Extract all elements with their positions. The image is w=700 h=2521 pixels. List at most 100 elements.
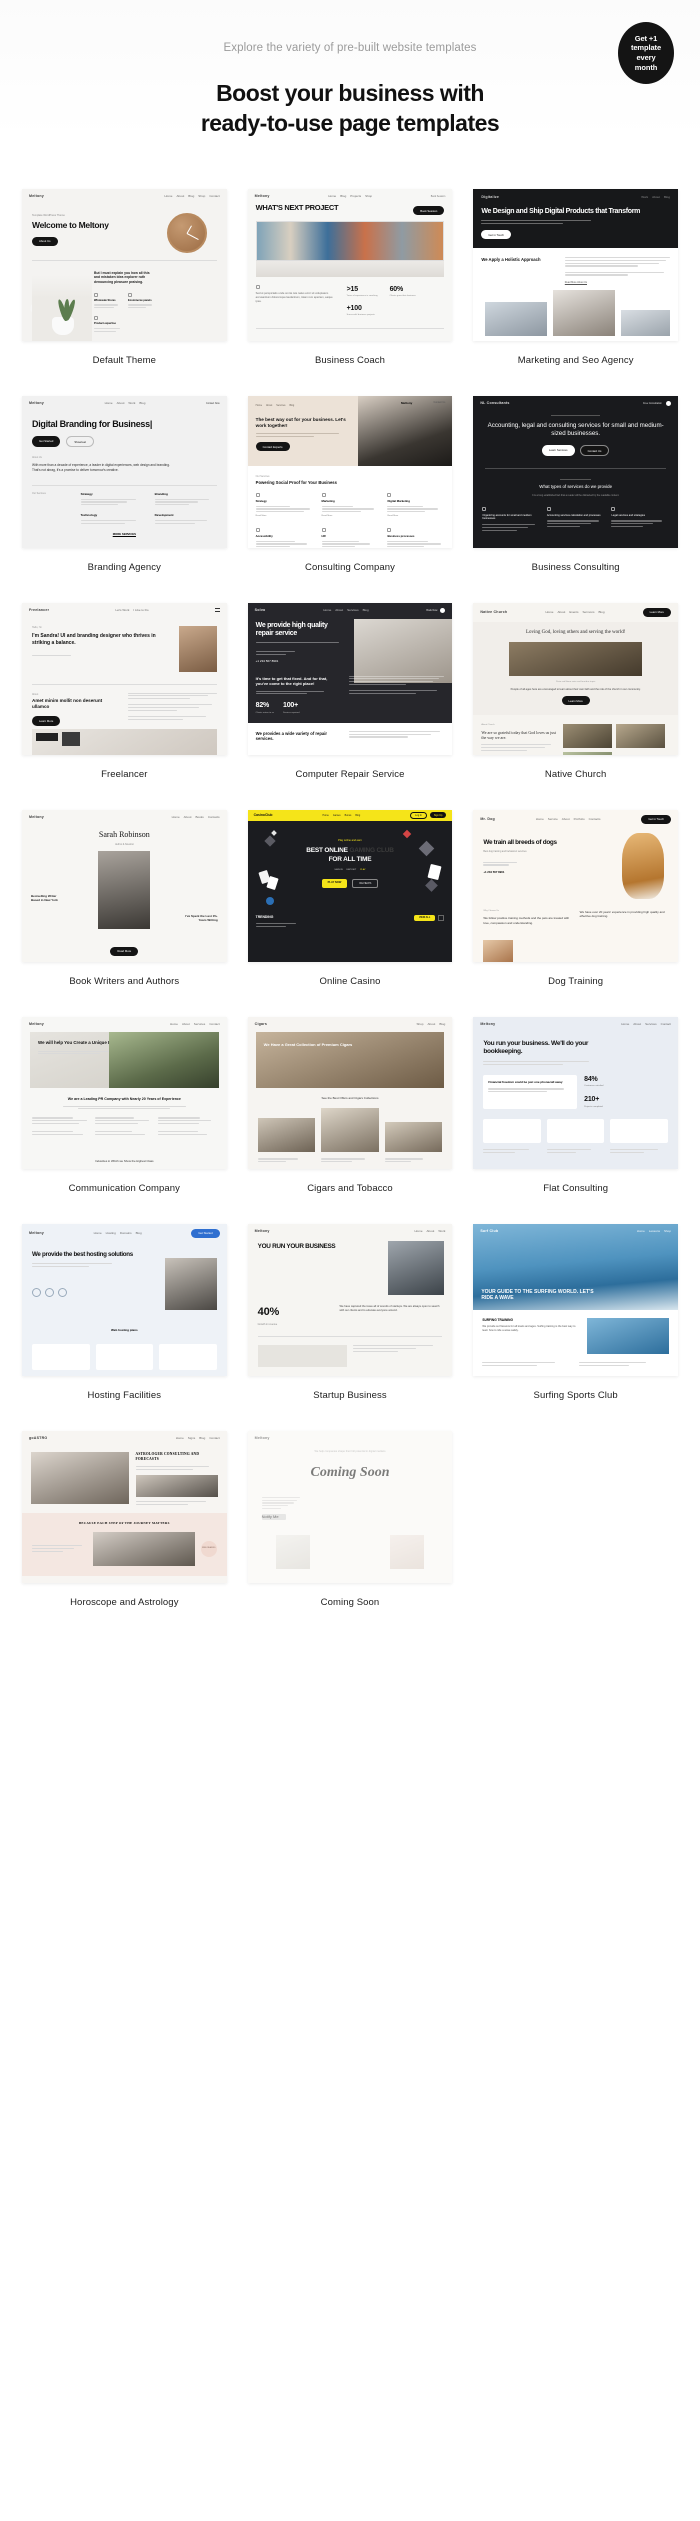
preview-button[interactable]: PLAY NOW [321,878,348,889]
template-label: Flat Consulting [543,1182,609,1194]
preview-link[interactable]: VIEW ALL [413,914,436,922]
preview-phone[interactable]: +1 234 567 8901 [256,659,346,663]
template-card[interactable]: Meltony Home About Blog Shop Contact Tem… [22,188,227,366]
template-label: Branding Agency [87,561,161,573]
stat-caption: Years of experience in coaching [346,295,378,298]
template-preview[interactable]: NL Consultants Free Consultation Account… [473,395,678,548]
template-preview[interactable]: Meltony Home About Work YOU RUN YOUR BUSIN… [247,1223,453,1376]
preview-button[interactable]: Learn Services [541,445,575,457]
template-preview[interactable]: Digitalize Work About Blog We Design and S… [473,188,678,341]
template-card[interactable]: Cigars Shop About Blog We Have a Great Col… [247,1016,453,1194]
template-preview[interactable]: Meltony Home About Services Contact We will… [22,1016,227,1169]
preview-button[interactable]: About Us [32,236,58,246]
preview-heading: We Have a Great Collection of Premium Ci… [263,1042,353,1048]
preview-phone[interactable]: +1 234 567 8901 [483,870,575,874]
template-preview[interactable]: Native Church Home About Events Sermons Blog… [473,602,678,755]
template-card[interactable]: CasinoClub Home Games Bonus Blog Log In Sig… [247,809,453,987]
preview-photo [620,310,670,337]
preview-button[interactable]: Contact Experts [255,442,290,452]
preview-link[interactable]: Read More About Us [565,281,670,284]
preview-nav-cta[interactable]: Contact Us [434,401,446,404]
menu-icon[interactable] [214,608,220,613]
preview-button[interactable]: Notify Me [261,1514,286,1521]
template-preview[interactable]: goASTRO Home Signs Blog Contact ASTROLOGER … [22,1430,227,1583]
template-card[interactable]: Meltony Home About Books Contacts Sarah … [22,809,227,987]
quote-icon [255,285,260,290]
preview-nav-cta[interactable]: Contact Now [206,402,220,405]
preview-logo: goASTRO [29,1435,48,1440]
menu-icon[interactable] [666,400,671,406]
template-card[interactable]: NL Consultants Free Consultation Account… [473,395,678,573]
preview-button-secondary[interactable]: Contact Us [579,445,610,457]
template-preview[interactable]: Surf Club Home Lessons Shop YOUR GUIDE TO … [473,1223,678,1376]
preview-button[interactable]: Read More [110,946,139,956]
preview-nav-cta[interactable]: Free Consultation [643,402,662,405]
preview-button[interactable]: Book Session [413,206,445,216]
template-preview[interactable]: CasinoClub Home Games Bonus Blog Log In Sig… [247,809,453,962]
template-preview[interactable]: Freelancer Let's Work I Like to Do Hello,… [22,602,227,755]
preview-logo: Meltony [29,400,44,405]
preview-photo [358,395,453,466]
template-card[interactable]: goASTRO Home Signs Blog Contact ASTROLOGER … [22,1430,227,1608]
template-card[interactable]: Meltony Home About Work YOU RUN YOUR BUSIN… [247,1223,453,1401]
preview-nav-cta[interactable]: Learn More [642,607,671,617]
page-title-line-1: Boost your business with [216,80,484,107]
preview-nav-cta[interactable]: Book Now [426,609,437,612]
preview-button[interactable]: Get Started [32,436,61,448]
preview-photo [562,752,613,755]
template-preview[interactable]: Solvo Home About Services Blog Book Now [247,602,453,755]
template-card[interactable]: Surf Club Home Lessons Shop YOUR GUIDE TO … [473,1223,678,1401]
stat-value: 82% [255,702,270,710]
divider [32,259,217,261]
template-card[interactable]: Meltony Home Blog Projects Shop Book Ses… [247,188,453,366]
preview-photo [562,724,613,749]
template-card[interactable]: Meltony Home Hosting Domains Blog Get Start… [22,1223,227,1401]
template-preview[interactable]: Meltony Home About Books Contacts Sarah … [22,809,227,962]
template-card[interactable]: Solvo Home About Services Blog Book Now [247,602,453,780]
preview-button[interactable]: Learn More [32,716,61,726]
template-card[interactable]: Home About Services Blog The best way out f… [247,395,453,573]
promo-badge-line-3: every [636,53,656,62]
service-icon [611,506,616,511]
preview-eyebrow: We help companies shape their full poten… [314,1450,386,1454]
preview-button[interactable]: Learn More [561,696,590,706]
preview-section-heading: TRENDING [255,914,274,919]
preview-button[interactable]: Get in Touch [481,230,511,240]
template-card[interactable]: Mr. Dog Home Service About Portfolio Con… [473,809,678,987]
template-preview[interactable]: Meltony Home About Work Blog Contact Now Di… [22,395,227,548]
template-card[interactable]: Meltony We help companies shape their fu… [247,1430,453,1608]
preview-section-heading: It's time to get that fixed. And for tha… [255,675,328,686]
preview-body: Sed ut perspiciatis unde omnis iste natu… [255,292,333,304]
stat-value: +100 [346,305,362,313]
preview-badge[interactable]: FREE READING [200,1540,217,1557]
template-label: Business Coach [314,354,386,366]
hero-section: Explore the variety of pre-built website… [0,0,700,139]
template-preview[interactable]: Cigars Shop About Blog We Have a Great Col… [247,1016,453,1169]
template-preview[interactable]: Mr. Dog Home Service About Portfolio Con… [473,809,678,962]
template-card[interactable]: Meltony Home About Services Contact We will… [22,1016,227,1194]
template-preview[interactable]: Meltony We help companies shape their fu… [247,1430,453,1583]
preview-button-secondary[interactable]: REVIEWS [352,878,379,889]
preview-nav-cta[interactable]: Book Session [431,195,446,198]
template-card[interactable]: Freelancer Let's Work I Like to Do Hello,… [22,602,227,780]
template-card[interactable]: Meltony Home About Work Blog Contact Now Di… [22,395,227,573]
promo-badge-line-4: month [634,62,658,72]
preview-nav-cta[interactable]: Sign Up [429,812,447,819]
template-preview[interactable]: Meltony Home About Blog Shop Contact Tem… [22,188,227,341]
template-card[interactable]: Native Church Home About Events Sermons Blog… [473,602,678,780]
service-icon [255,492,260,497]
promo-badge[interactable]: Get +1 template every month [618,22,674,84]
preview-more-link[interactable]: MORE SERVICES [32,532,217,536]
template-preview[interactable]: Home About Services Blog The best way out f… [247,395,453,548]
menu-icon[interactable] [440,607,446,613]
preview-nav-cta[interactable]: Get in Touch [641,814,671,824]
template-preview[interactable]: Meltony Home Hosting Domains Blog Get Start… [22,1223,227,1376]
template-card[interactable]: Meltony Home About Services Contact You run… [473,1016,678,1194]
arrow-icon[interactable] [438,915,445,922]
preview-logo: Meltony [400,400,413,405]
preview-button-secondary[interactable]: Showreel [66,436,94,448]
preview-heading: Accounting, legal and consulting service… [487,421,664,437]
template-preview[interactable]: Meltony Home About Services Contact You run… [473,1016,678,1169]
template-card[interactable]: Digitalize Work About Blog We Design and S… [473,188,678,366]
template-preview[interactable]: Meltony Home Blog Projects Shop Book Ses… [247,188,453,341]
